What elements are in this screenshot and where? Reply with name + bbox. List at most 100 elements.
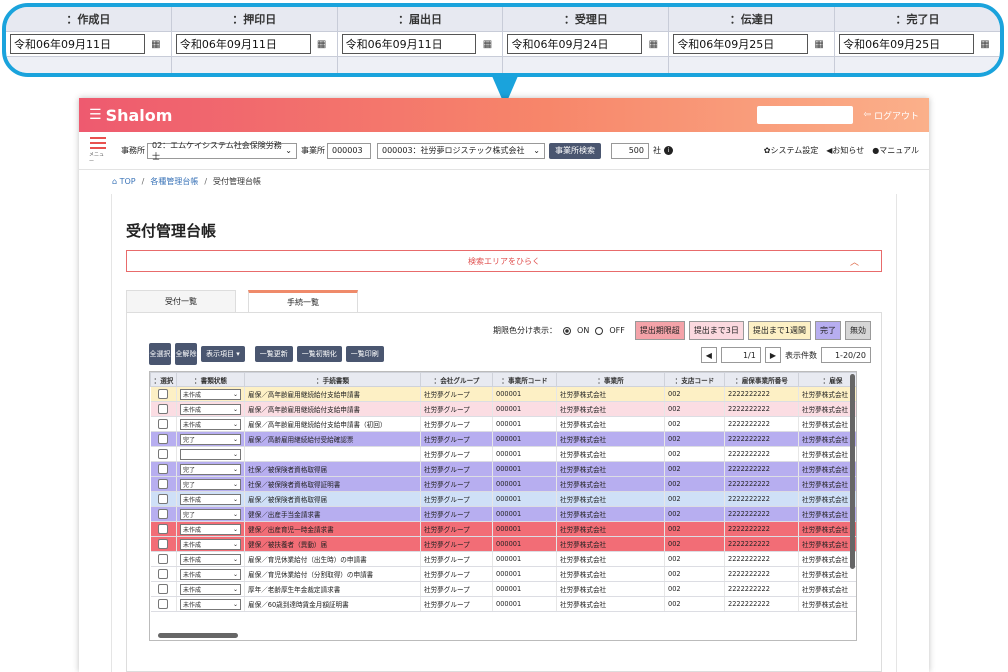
calendar-icon[interactable]: ▦ (808, 34, 830, 54)
status-select[interactable]: 未作成 ⌄ (180, 403, 241, 415)
row-checkbox[interactable] (158, 509, 169, 519)
row-checkbox[interactable] (158, 464, 169, 474)
status-select[interactable]: 未作成 ⌄ (180, 553, 241, 565)
date-input[interactable]: 令和06年09月25日 (673, 34, 809, 54)
status-select[interactable]: 未作成 ⌄ (180, 598, 241, 610)
status-select[interactable]: 完了 ⌄ (180, 433, 241, 445)
row-checkbox[interactable] (158, 479, 169, 489)
calendar-icon[interactable]: ▦ (974, 34, 996, 54)
search-area-toggle[interactable]: 検索エリアをひらく ︿ (126, 250, 882, 272)
tab-procedure-list[interactable]: 手続一覧 (248, 290, 358, 312)
row-checkbox[interactable] (158, 524, 169, 534)
reset-button[interactable]: 一覧初期化 (296, 346, 342, 362)
row-checkbox[interactable] (158, 554, 169, 564)
status-select[interactable]: 未作成 ⌄ (180, 538, 241, 550)
menu-button[interactable]: メニュー (89, 136, 107, 165)
row-checkbox[interactable] (158, 584, 169, 594)
print-button[interactable]: 一覧印刷 (345, 346, 384, 362)
column-header[interactable]: ：雇保 (798, 372, 856, 387)
next-page-button[interactable]: ▶ (764, 347, 781, 363)
table-row[interactable]: 未作成 ⌄ 雇保／60歳到達時賃金月額証明書 社労夢グループ 000001 社労夢株式会社… (150, 596, 856, 612)
manual-link[interactable]: ●マニュアル (872, 145, 919, 156)
date-input[interactable]: 令和06年09月25日 (839, 34, 974, 54)
status-select[interactable]: 未作成 ⌄ (180, 388, 241, 400)
logo[interactable]: ☰ Shalom (89, 106, 172, 125)
table-row[interactable]: 未作成 ⌄ 雇保／高年齢雇用継続給付支給申請書 社労夢グループ 000001 社労夢株式会… (150, 401, 856, 417)
refresh-button[interactable]: 一覧更新 (254, 346, 293, 362)
table-row[interactable]: 未作成 ⌄ 雇保／高年齢雇用継続給付支給申請書（初回） 社労夢グループ 000001 社労… (150, 416, 856, 432)
page-input[interactable]: 1/1 (720, 347, 761, 363)
row-checkbox[interactable] (158, 404, 169, 414)
row-checkbox[interactable] (158, 569, 169, 579)
breadcrumb-mid[interactable]: 各種管理台帳 (150, 176, 198, 187)
column-header[interactable]: ：事業所コード (492, 372, 557, 387)
site-code-input[interactable]: 000003 (327, 142, 371, 159)
vertical-scrollbar[interactable] (850, 374, 855, 569)
site-select[interactable]: 000003：社労夢ロジステック株式会社 ⌄ (377, 142, 545, 159)
status-select[interactable]: 未作成 ⌄ (180, 418, 241, 430)
zoom-next-row (503, 56, 669, 73)
row-checkbox[interactable] (158, 494, 169, 504)
calendar-icon[interactable]: ▦ (642, 34, 664, 54)
office-select[interactable]: 02：エムケイシステム社会保険労務士 ⌄ (147, 141, 297, 161)
status-select[interactable]: ⌄ (180, 448, 241, 460)
status-select[interactable]: 未作成 ⌄ (180, 583, 241, 595)
column-header[interactable]: ：事業所 (556, 372, 665, 387)
row-checkbox[interactable] (158, 539, 169, 549)
status-select[interactable]: 未作成 ⌄ (180, 493, 241, 505)
status-select[interactable]: 未作成 ⌄ (180, 523, 241, 535)
table-row[interactable]: 完了 ⌄ 社保／被保険者資格取得証明書 社労夢グループ 000001 社労夢株式会社 002… (150, 476, 856, 492)
top-search-input[interactable] (757, 106, 854, 124)
table-row[interactable]: 完了 ⌄ 健保／出産手当金請求書 社労夢グループ 000001 社労夢株式会社 002 222… (150, 506, 856, 522)
table-row[interactable]: 未作成 ⌄ 健保／被扶養者（異動）届 社労夢グループ 000001 社労夢株式会社 002 2… (150, 536, 856, 552)
tab-reception-list[interactable]: 受付一覧 (126, 290, 236, 312)
table-row[interactable]: 未作成 ⌄ 健保／出産育児一時金請求書 社労夢グループ 000001 社労夢株式会社 002… (150, 521, 856, 537)
date-input[interactable]: 令和06年09月11日 (341, 34, 477, 54)
table-row[interactable]: 未作成 ⌄ 雇保／育児休業給付（分割取得）の申請書 社労夢グループ 000001 社労夢株… (150, 566, 856, 582)
radio-off[interactable] (595, 326, 604, 335)
row-checkbox[interactable] (158, 419, 169, 429)
column-header[interactable]: ：書類状態 (176, 372, 245, 387)
table-row[interactable]: 未作成 ⌄ 雇保／育児休業給付（出生時）の申請書 社労夢グループ 000001 社労夢株式… (150, 551, 856, 567)
pager: ◀ 1/1 ▶ 表示件数 1-20/20 (700, 347, 871, 363)
info-icon[interactable]: i (664, 146, 673, 155)
horizontal-scrollbar[interactable] (158, 633, 238, 638)
row-checkbox[interactable] (158, 389, 169, 399)
table-row[interactable]: 完了 ⌄ 社保／被保険者資格取得届 社労夢グループ 000001 社労夢株式会社 002 22… (150, 461, 856, 477)
calendar-icon[interactable]: ▦ (476, 34, 498, 54)
prev-page-button[interactable]: ◀ (700, 347, 717, 363)
chevron-down-icon: ⌄ (232, 570, 238, 578)
table-row[interactable]: ⌄ 社労夢グループ 000001 社労夢株式会社 002 2222222222 社労夢株式会… (150, 446, 856, 462)
table-row[interactable]: 未作成 ⌄ 雇保／被保険者資格取得届 社労夢グループ 000001 社労夢株式会社 002 2… (150, 491, 856, 507)
radio-on[interactable] (563, 326, 572, 335)
logout-button[interactable]: ⇦ ログアウト (863, 109, 919, 122)
row-checkbox[interactable] (158, 449, 169, 459)
system-settings-link[interactable]: ✿システム設定 (764, 145, 818, 156)
column-header[interactable]: ：会社グループ (420, 372, 493, 387)
row-checkbox[interactable] (158, 599, 169, 609)
status-select[interactable]: 未作成 ⌄ (180, 568, 241, 580)
date-input[interactable]: 令和06年09月24日 (507, 34, 643, 54)
table-row[interactable]: 未作成 ⌄ 厚年／老齢厚生年金裁定請求書 社労夢グループ 000001 社労夢株式会社 00… (150, 581, 856, 597)
table-row[interactable]: 完了 ⌄ 雇保／高齢雇用継続給付受給確認票 社労夢グループ 000001 社労夢株式会社 0… (150, 431, 856, 447)
display-items-button[interactable]: 表示項目 ▾ (201, 346, 245, 362)
breadcrumb-top[interactable]: TOP (120, 177, 136, 186)
table-row[interactable]: 未作成 ⌄ 雇保／高年齢雇用継続給付支給申請書 社労夢グループ 000001 社労夢株式会… (150, 386, 856, 402)
date-input[interactable]: 令和06年09月11日 (10, 34, 145, 54)
calendar-icon[interactable]: ▦ (145, 34, 167, 54)
column-header[interactable]: ：選択 (150, 372, 177, 387)
notice-link[interactable]: ◀お知らせ (826, 145, 864, 156)
count-input[interactable]: 500 (611, 142, 649, 159)
column-header[interactable]: ：支店コード (664, 372, 725, 387)
calendar-icon[interactable]: ▦ (311, 34, 333, 54)
status-select[interactable]: 完了 ⌄ (180, 508, 241, 520)
status-select[interactable]: 完了 ⌄ (180, 478, 241, 490)
deselect-all-button[interactable]: 全解除 (175, 343, 197, 365)
column-header[interactable]: ：雇保事業所番号 (724, 372, 799, 387)
row-checkbox[interactable] (158, 434, 169, 444)
select-all-button[interactable]: 全選択 (149, 343, 171, 365)
column-header[interactable]: ：手続書類 (244, 372, 421, 387)
status-select[interactable]: 完了 ⌄ (180, 463, 241, 475)
site-search-button[interactable]: 事業所検索 (549, 142, 601, 159)
date-input[interactable]: 令和06年09月11日 (175, 34, 311, 54)
